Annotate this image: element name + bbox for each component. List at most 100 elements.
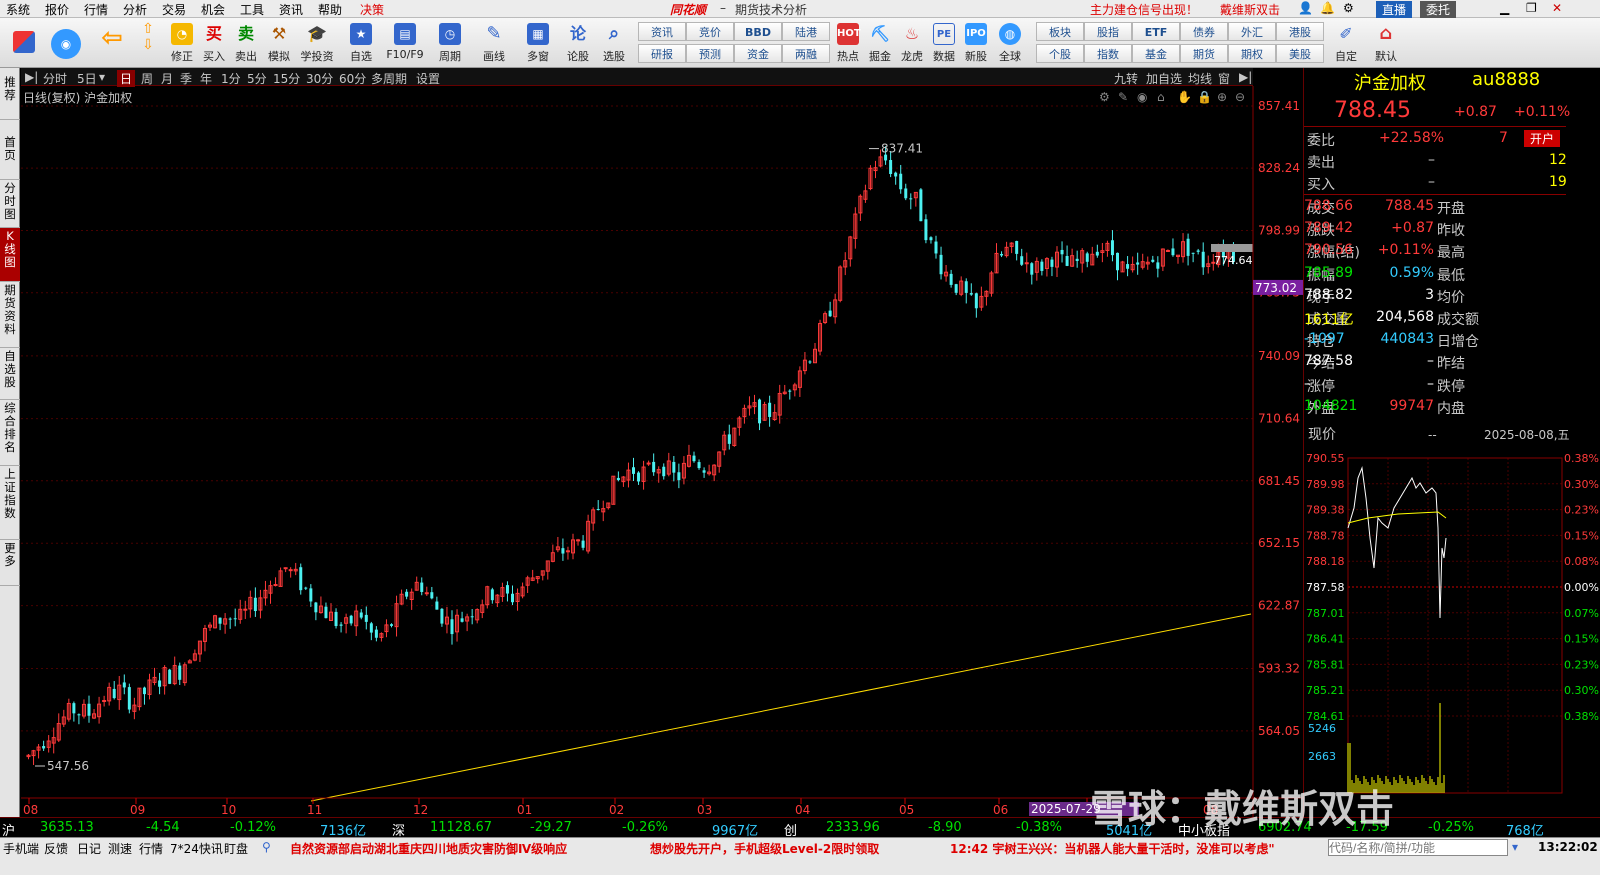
candle-body[interactable] xyxy=(233,618,237,620)
candle-body[interactable] xyxy=(934,241,938,254)
candle-body[interactable] xyxy=(505,585,509,594)
forum-button[interactable]: 论论股 xyxy=(558,21,598,66)
candle-body[interactable] xyxy=(369,623,373,633)
period-15min[interactable]: 15分 xyxy=(273,70,300,87)
candle-body[interactable] xyxy=(288,569,293,572)
bell-icon[interactable]: 🔔 xyxy=(1320,1,1335,15)
menu-system[interactable]: 系统 xyxy=(6,1,30,18)
candle-body[interactable] xyxy=(1110,240,1114,256)
candle-body[interactable] xyxy=(158,680,162,687)
candle-body[interactable] xyxy=(1060,249,1064,255)
nav-home[interactable]: 首页 xyxy=(0,134,20,180)
candle-body[interactable] xyxy=(364,614,368,622)
candle-body[interactable] xyxy=(228,618,232,620)
picker-button[interactable]: ⌕ 选股 xyxy=(594,21,634,66)
candle-body[interactable] xyxy=(1075,258,1079,261)
paperclip-icon[interactable]: ⚲ xyxy=(262,840,271,854)
chart-hide-icon[interactable]: ⌂ xyxy=(1157,90,1165,104)
bond-button[interactable]: 债券 xyxy=(1180,22,1228,41)
candle-body[interactable] xyxy=(1024,262,1029,265)
candle-body[interactable] xyxy=(314,602,318,613)
menu-trade[interactable]: 交易 xyxy=(162,1,186,18)
robot-button[interactable]: ◉ xyxy=(46,21,86,66)
status-feedback[interactable]: 反馈 xyxy=(44,840,68,857)
candle-body[interactable] xyxy=(1000,253,1004,256)
candle-body[interactable] xyxy=(616,477,620,481)
candle-body[interactable] xyxy=(243,608,248,611)
candle-body[interactable] xyxy=(253,597,257,612)
period-multi[interactable]: 多周期 xyxy=(371,70,407,87)
menu-tools[interactable]: 工具 xyxy=(240,1,264,18)
candle-body[interactable] xyxy=(374,629,378,638)
menu-news[interactable]: 资讯 xyxy=(279,1,303,18)
candle-body[interactable] xyxy=(405,591,409,597)
cy-value[interactable]: 2333.96 xyxy=(826,820,880,835)
period-dropdown-icon[interactable]: ▾ xyxy=(99,70,105,84)
nav-watchlist[interactable]: 自选股 xyxy=(0,348,20,400)
candle-body[interactable] xyxy=(273,584,278,587)
candle-body[interactable] xyxy=(974,293,978,309)
candle-body[interactable] xyxy=(919,189,923,222)
restore-icon[interactable]: ❐ xyxy=(1526,1,1537,15)
status-speedtest[interactable]: 测速 xyxy=(108,840,132,857)
candle-body[interactable] xyxy=(1126,264,1130,269)
candle-body[interactable] xyxy=(672,461,676,473)
nav-ranking[interactable]: 综合排名 xyxy=(0,400,20,466)
period-timeshare[interactable]: 分时 xyxy=(43,70,67,87)
candle-body[interactable] xyxy=(470,616,474,618)
candle-body[interactable] xyxy=(969,293,973,295)
period-5day[interactable]: 5日 xyxy=(77,70,97,87)
learn-button[interactable]: 🎓 学投资 xyxy=(297,21,337,66)
candle-body[interactable] xyxy=(112,688,116,699)
menu-help[interactable]: 帮助 xyxy=(318,1,342,18)
candle-body[interactable] xyxy=(596,509,600,511)
candle-body[interactable] xyxy=(1116,252,1119,271)
candle-body[interactable] xyxy=(904,188,908,199)
candle-body[interactable] xyxy=(632,467,635,474)
fund-button[interactable]: 基金 xyxy=(1132,44,1180,63)
candle-body[interactable] xyxy=(309,588,313,602)
candle-body[interactable] xyxy=(1171,248,1175,256)
candle-body[interactable] xyxy=(1020,256,1024,265)
close-icon[interactable]: ✕ xyxy=(1552,1,1562,15)
futures-button[interactable]: 期货 xyxy=(1180,44,1228,63)
period-year[interactable]: 年 xyxy=(200,70,212,87)
period-button[interactable]: ◷ 周期 xyxy=(430,21,470,66)
candle-body[interactable] xyxy=(1030,263,1034,275)
candle-body[interactable] xyxy=(662,466,666,477)
nav-recommend[interactable]: 推荐 xyxy=(0,70,20,120)
menu-chance[interactable]: 机会 xyxy=(201,1,225,18)
candle-body[interactable] xyxy=(122,682,126,688)
candle-body[interactable] xyxy=(954,284,958,293)
app-menu-button[interactable] xyxy=(4,21,44,66)
zoom-out-icon[interactable]: ⊖ xyxy=(1235,90,1245,104)
candle-body[interactable] xyxy=(87,703,91,716)
nav-more[interactable]: 更多 xyxy=(0,540,20,586)
candle-body[interactable] xyxy=(1151,259,1155,262)
candle-body[interactable] xyxy=(652,461,656,473)
candle-body[interactable] xyxy=(349,615,353,624)
chart-pen-icon[interactable]: ✎ xyxy=(1118,90,1128,104)
candle-body[interactable] xyxy=(949,273,953,285)
zoom-in-icon[interactable]: ⊕ xyxy=(1217,90,1227,104)
custom-button[interactable]: ✐ 自定 xyxy=(1326,21,1366,66)
intraday-chart[interactable]: 790.55 0.38% 789.98 0.30% 789.38 0.23% 788.78 0… xyxy=(1304,448,1600,808)
candle-body[interactable] xyxy=(939,254,943,275)
margin-button[interactable]: 两融 xyxy=(782,44,830,63)
candle-body[interactable] xyxy=(894,172,898,177)
candle-body[interactable] xyxy=(304,587,308,589)
menu-market[interactable]: 行情 xyxy=(84,1,108,18)
candle-body[interactable] xyxy=(1065,256,1069,266)
candle-body[interactable] xyxy=(1196,250,1200,252)
candle-body[interactable] xyxy=(511,593,514,603)
candle-body[interactable] xyxy=(334,611,338,627)
chart-hand-icon[interactable]: ✋ xyxy=(1177,90,1192,104)
period-month[interactable]: 月 xyxy=(161,70,173,87)
status-flash[interactable]: 7*24快讯 xyxy=(170,840,223,857)
etf-button[interactable]: ETF xyxy=(1132,22,1180,41)
candle-body[interactable] xyxy=(581,540,585,548)
candle-body[interactable] xyxy=(1040,261,1044,271)
candle-body[interactable] xyxy=(1095,251,1099,256)
chart-settings-icon[interactable]: ⚙ xyxy=(1099,90,1110,104)
candle-body[interactable] xyxy=(102,699,107,702)
